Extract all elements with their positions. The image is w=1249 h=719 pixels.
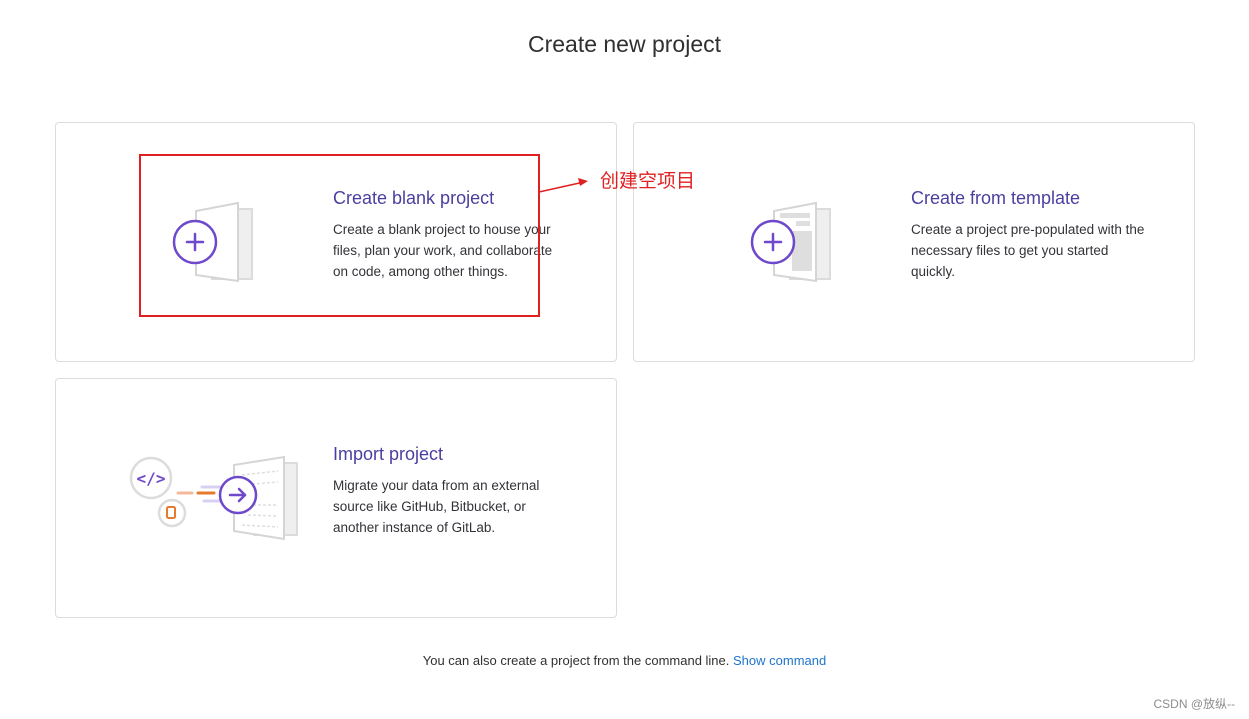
footer-hint: You can also create a project from the c… (0, 653, 1249, 668)
footer-text: You can also create a project from the c… (422, 653, 730, 668)
svg-text:</>: </> (137, 469, 166, 488)
import-project-title[interactable]: Import project (333, 444, 443, 465)
page-title: Create new project (527, 31, 722, 57)
annotation-highlight-box (139, 154, 540, 317)
annotation-label: 创建空项目 (600, 170, 696, 192)
create-from-template-title[interactable]: Create from template (911, 188, 1080, 209)
import-project-description: Migrate your data from an external sourc… (333, 478, 540, 535)
annotation-arrow-icon (538, 178, 588, 193)
create-from-template-description: Create a project pre-populated with the … (911, 222, 1145, 279)
create-from-template-card[interactable]: Create from template Create a project pr… (633, 122, 1195, 362)
show-command-link[interactable]: Show command (733, 653, 826, 668)
watermark: CSDN @放纵-- (1153, 697, 1235, 711)
import-project-card[interactable]: </> Import project Migrate your data fro… (55, 378, 617, 618)
template-page-plus-icon (750, 201, 831, 283)
import-arrow-icon: </> (129, 455, 298, 541)
